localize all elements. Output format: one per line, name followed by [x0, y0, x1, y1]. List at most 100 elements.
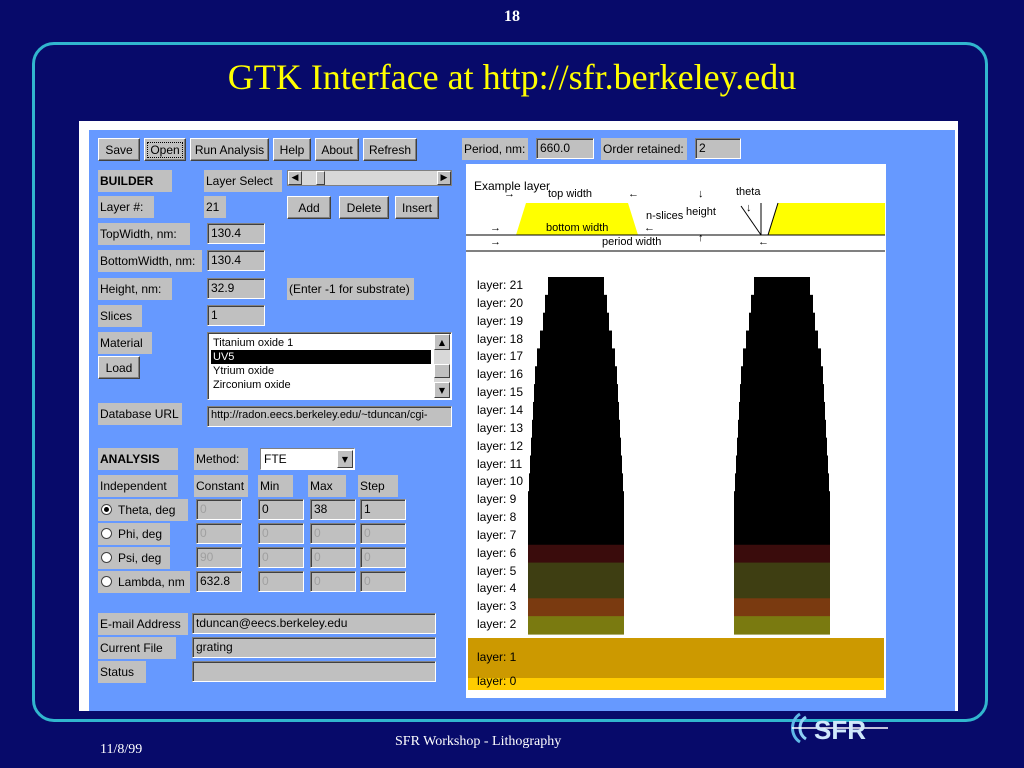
- phi-step[interactable]: 0: [360, 523, 406, 544]
- scroll-thumb[interactable]: [434, 364, 450, 378]
- scroll-thumb[interactable]: [316, 171, 325, 185]
- slide-number: 18: [504, 8, 520, 25]
- layer-preview-panel: Example layer top width → ← ↓ height n-s…: [466, 164, 886, 698]
- resist-slice: [532, 419, 620, 439]
- slide-footer: SFR Workshop - Lithography: [395, 734, 562, 749]
- scroll-up-icon[interactable]: ▲: [434, 334, 450, 350]
- layer-label: layer: 20: [477, 295, 524, 310]
- lambda-step[interactable]: 0: [360, 571, 406, 592]
- help-button[interactable]: Help: [273, 138, 311, 161]
- database-url-field[interactable]: http://radon.eecs.berkeley.edu/~tduncan/…: [207, 406, 452, 427]
- top-width-label: top width: [548, 188, 593, 200]
- scroll-down-icon[interactable]: ▼: [434, 382, 450, 398]
- lambda-constant[interactable]: 632.8: [196, 571, 242, 592]
- slide-title: GTK Interface at http://sfr.berkeley.edu: [227, 57, 797, 97]
- material-listbox[interactable]: Titanium oxide 1 UV5 Ytrium oxide Zircon…: [207, 332, 452, 400]
- topwidth-field[interactable]: 130.4: [207, 223, 265, 244]
- list-item[interactable]: Ytrium oxide: [211, 364, 431, 378]
- save-button[interactable]: Save: [98, 138, 140, 161]
- delete-layer-button[interactable]: Delete: [339, 196, 389, 219]
- list-item-selected[interactable]: UV5: [211, 350, 431, 364]
- resist-slice: [754, 277, 810, 296]
- method-select[interactable]: FTE ▼: [260, 448, 355, 470]
- phi-constant[interactable]: 0: [196, 523, 242, 544]
- theta-max[interactable]: 38: [310, 499, 356, 520]
- resist-slice: [528, 562, 624, 582]
- about-button[interactable]: About: [315, 138, 359, 161]
- phi-max[interactable]: 0: [310, 523, 356, 544]
- col-max: Max: [308, 475, 346, 497]
- theta-constant[interactable]: 0: [196, 499, 242, 520]
- psi-step[interactable]: 0: [360, 547, 406, 568]
- psi-min[interactable]: 0: [258, 547, 304, 568]
- gtk-window: Save Open Run Analysis Help About Refres…: [79, 121, 958, 711]
- current-file-field[interactable]: grating: [192, 637, 436, 658]
- psi-max[interactable]: 0: [310, 547, 356, 568]
- scroll-right-icon[interactable]: ▶: [437, 171, 451, 185]
- resist-slice: [528, 580, 624, 599]
- resist-slice: [734, 598, 830, 617]
- psi-constant[interactable]: 90: [196, 547, 242, 568]
- theta-step[interactable]: 1: [360, 499, 406, 520]
- slices-field[interactable]: 1: [207, 305, 265, 326]
- layer-0-label: layer: 0: [477, 676, 517, 688]
- resist-slice: [537, 348, 615, 367]
- resist-slice: [528, 598, 624, 617]
- resist-slice: [545, 294, 607, 314]
- email-field[interactable]: tduncan@eecs.berkeley.edu: [192, 613, 436, 634]
- resist-slice: [528, 616, 624, 635]
- bottom-width-label: bottom width: [546, 222, 609, 234]
- period-field[interactable]: 660.0: [536, 138, 594, 159]
- layer-label: layer: 12: [477, 438, 524, 453]
- example-trapezoid-2: [768, 203, 885, 235]
- lambda-radio[interactable]: [101, 576, 112, 587]
- resist-slice: [740, 384, 824, 403]
- scroll-left-icon[interactable]: ◀: [288, 171, 302, 185]
- add-layer-button[interactable]: Add: [287, 196, 331, 219]
- phi-radio[interactable]: [101, 528, 112, 539]
- period-width-label: period width: [602, 236, 662, 248]
- arrow-down-icon: ↓: [746, 202, 752, 214]
- layer-label: layer: 19: [477, 313, 524, 328]
- resist-slice: [528, 544, 624, 564]
- chevron-down-icon[interactable]: ▼: [337, 450, 353, 468]
- col-constant: Constant: [194, 475, 248, 497]
- layer-label: layer: 3: [477, 599, 517, 614]
- bottomwidth-label: BottomWidth, nm:: [98, 250, 202, 272]
- run-analysis-button[interactable]: Run Analysis: [190, 138, 269, 161]
- layer-label: layer: 13: [477, 420, 524, 435]
- resist-slice: [741, 366, 823, 385]
- material-scrollbar[interactable]: ▲ ▼: [434, 334, 450, 398]
- bottomwidth-field[interactable]: 130.4: [207, 250, 265, 271]
- sfr-logo: SFR: [791, 712, 888, 745]
- open-button[interactable]: Open: [144, 138, 186, 161]
- refresh-button[interactable]: Refresh: [363, 138, 417, 161]
- layer-1-label: layer: 1: [477, 650, 517, 664]
- resist-profiles: [528, 277, 830, 635]
- resist-slice: [746, 330, 818, 349]
- lambda-min[interactable]: 0: [258, 571, 304, 592]
- theta-min[interactable]: 0: [258, 499, 304, 520]
- height-field[interactable]: 32.9: [207, 278, 265, 299]
- resist-slice: [734, 562, 830, 582]
- layer-scrollbar[interactable]: ◀ ▶: [287, 170, 452, 186]
- layer-label: layer: 7: [477, 527, 517, 542]
- insert-layer-button[interactable]: Insert: [395, 196, 439, 219]
- col-step: Step: [358, 475, 398, 497]
- psi-radio[interactable]: [101, 552, 112, 563]
- slide-date: 11/8/99: [100, 742, 143, 757]
- layer-select-label: Layer Select: [204, 170, 282, 192]
- list-item[interactable]: Titanium oxide 1: [211, 336, 431, 350]
- layer-label: layer: 16: [477, 367, 524, 382]
- theta-radio[interactable]: [101, 504, 112, 515]
- svg-text:SFR: SFR: [814, 715, 866, 745]
- phi-min[interactable]: 0: [258, 523, 304, 544]
- height-diagram-label: height: [686, 206, 716, 218]
- resist-slice: [543, 312, 609, 332]
- lambda-max[interactable]: 0: [310, 571, 356, 592]
- load-button[interactable]: Load: [98, 356, 140, 379]
- order-field[interactable]: 2: [695, 138, 741, 159]
- list-item[interactable]: Zirconium oxide: [211, 378, 431, 392]
- resist-slice: [749, 312, 815, 332]
- method-value: FTE: [264, 452, 287, 466]
